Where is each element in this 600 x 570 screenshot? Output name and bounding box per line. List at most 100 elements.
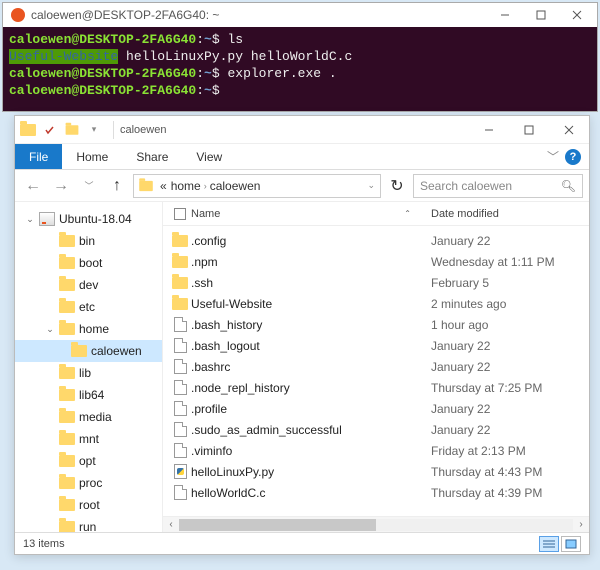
file-date: January 22 [431, 339, 589, 353]
tree-item[interactable]: proc [15, 472, 162, 494]
qat-properties-icon[interactable] [41, 121, 59, 139]
view-details-button[interactable] [539, 536, 559, 552]
tree-item[interactable]: boot [15, 252, 162, 274]
file-row[interactable]: .npmWednesday at 1:11 PM [169, 251, 589, 272]
scroll-thumb[interactable] [179, 519, 376, 531]
tree-item[interactable]: media [15, 406, 162, 428]
select-all-checkbox[interactable] [174, 208, 186, 220]
forward-button[interactable]: → [49, 174, 73, 198]
file-row[interactable]: Useful-Website2 minutes ago [169, 293, 589, 314]
file-icon [174, 359, 187, 374]
explorer-window: ▾ caloewen File Home Share View ﹀ ? ← → … [14, 115, 590, 555]
file-row[interactable]: .bash_logoutJanuary 22 [169, 335, 589, 356]
folder-icon [59, 477, 75, 489]
file-row[interactable]: helloLinuxPy.pyThursday at 4:43 PM [169, 461, 589, 482]
help-icon[interactable]: ? [565, 149, 581, 165]
tree-label: lib64 [79, 388, 104, 402]
tree-item[interactable]: mnt [15, 428, 162, 450]
qat-chevron-icon[interactable]: ▾ [85, 121, 103, 139]
scroll-track[interactable] [179, 519, 573, 531]
expand-caret-icon[interactable]: ⌄ [45, 324, 55, 335]
close-button[interactable] [549, 116, 589, 144]
folder-icon [59, 433, 75, 445]
tree-root[interactable]: ⌄ Ubuntu-18.04 [15, 208, 162, 230]
file-row[interactable]: .sshFebruary 5 [169, 272, 589, 293]
qat-new-folder-icon[interactable] [63, 121, 81, 139]
file-row[interactable]: .viminfoFriday at 2:13 PM [169, 440, 589, 461]
folder-icon [59, 521, 75, 532]
scroll-left-icon[interactable]: ‹ [163, 519, 179, 530]
minimize-button[interactable] [487, 3, 523, 27]
tree-item[interactable]: lib [15, 362, 162, 384]
file-row[interactable]: .node_repl_historyThursday at 7:25 PM [169, 377, 589, 398]
expand-ribbon-icon[interactable]: ﹀ [547, 148, 559, 165]
tree-item[interactable]: lib64 [15, 384, 162, 406]
tree-item[interactable]: dev [15, 274, 162, 296]
breadcrumb[interactable]: home [169, 179, 203, 193]
file-row[interactable]: .bashrcJanuary 22 [169, 356, 589, 377]
address-bar[interactable]: « home › caloewen ⌄ [133, 174, 381, 198]
up-button[interactable]: ↑ [105, 174, 129, 198]
tree-item[interactable]: ⌄ home [15, 318, 162, 340]
file-icon [174, 401, 187, 416]
folder-icon [59, 235, 75, 247]
file-row[interactable]: .configJanuary 22 [169, 230, 589, 251]
terminal-body[interactable]: caloewen@DESKTOP-2FA6G40:~$ ls Useful-We… [3, 27, 597, 111]
file-name: helloLinuxPy.py [191, 465, 431, 479]
close-button[interactable] [559, 3, 595, 27]
file-date: January 22 [431, 423, 589, 437]
tab-home[interactable]: Home [62, 144, 122, 169]
tab-share[interactable]: Share [122, 144, 182, 169]
back-button[interactable]: ← [21, 174, 45, 198]
tree-label: home [79, 322, 109, 336]
maximize-button[interactable] [509, 116, 549, 144]
refresh-button[interactable]: ↻ [385, 174, 409, 198]
address-dropdown-icon[interactable]: ⌄ [366, 180, 376, 191]
terminal-window: caloewen@DESKTOP-2FA6G40: ~ caloewen@DES… [2, 2, 598, 112]
column-header-name[interactable]: Name ⌃ [191, 208, 431, 220]
file-name: helloWorldC.c [191, 486, 431, 500]
maximize-button[interactable] [523, 3, 559, 27]
folder-icon [59, 257, 75, 269]
file-list[interactable]: .configJanuary 22.npmWednesday at 1:11 P… [163, 226, 589, 516]
window-title: caloewen [120, 124, 166, 136]
explorer-titlebar[interactable]: ▾ caloewen [15, 116, 589, 144]
file-row[interactable]: .sudo_as_admin_successfulJanuary 22 [169, 419, 589, 440]
file-row[interactable]: helloWorldC.cThursday at 4:39 PM [169, 482, 589, 503]
tab-view[interactable]: View [182, 144, 236, 169]
file-row[interactable]: .bash_history1 hour ago [169, 314, 589, 335]
tree-label: etc [79, 300, 95, 314]
breadcrumb[interactable]: caloewen [208, 179, 263, 193]
column-headers[interactable]: Name ⌃ Date modified [163, 202, 589, 226]
folder-icon [172, 298, 188, 310]
file-name: .bashrc [191, 360, 431, 374]
minimize-button[interactable] [469, 116, 509, 144]
terminal-titlebar[interactable]: caloewen@DESKTOP-2FA6G40: ~ [3, 3, 597, 27]
folder-icon [19, 121, 37, 139]
folder-icon [59, 389, 75, 401]
file-icon [174, 443, 187, 458]
tree-item[interactable]: bin [15, 230, 162, 252]
nav-tree[interactable]: ⌄ Ubuntu-18.04 bin bootdev etc ⌄ home caloewe… [15, 202, 163, 532]
tree-label: proc [79, 476, 102, 490]
horizontal-scrollbar[interactable]: ‹ › [163, 516, 589, 532]
tree-item[interactable]: etc [15, 296, 162, 318]
content-pane: Name ⌃ Date modified .configJanuary 22.n… [163, 202, 589, 532]
scroll-right-icon[interactable]: › [573, 519, 589, 530]
tree-item[interactable]: run [15, 516, 162, 532]
tab-file[interactable]: File [15, 144, 62, 169]
collapse-caret-icon[interactable]: ⌄ [25, 214, 35, 225]
terminal-line: caloewen@DESKTOP-2FA6G40:~$ explorer.exe… [9, 65, 591, 82]
breadcrumb-prefix[interactable]: « [158, 179, 169, 193]
search-input[interactable]: Search caloewen 🔍︎ [413, 174, 583, 198]
tree-item[interactable]: opt [15, 450, 162, 472]
tree-item[interactable]: root [15, 494, 162, 516]
tree-item-selected[interactable]: caloewen [15, 340, 162, 362]
file-row[interactable]: .profileJanuary 22 [169, 398, 589, 419]
folder-icon [139, 180, 153, 190]
view-large-icons-button[interactable] [561, 536, 581, 552]
file-date: Thursday at 7:25 PM [431, 381, 589, 395]
tree-label: bin [79, 234, 95, 248]
recent-locations-chevron[interactable]: ﹀ [77, 174, 101, 198]
column-header-date[interactable]: Date modified [431, 208, 589, 220]
